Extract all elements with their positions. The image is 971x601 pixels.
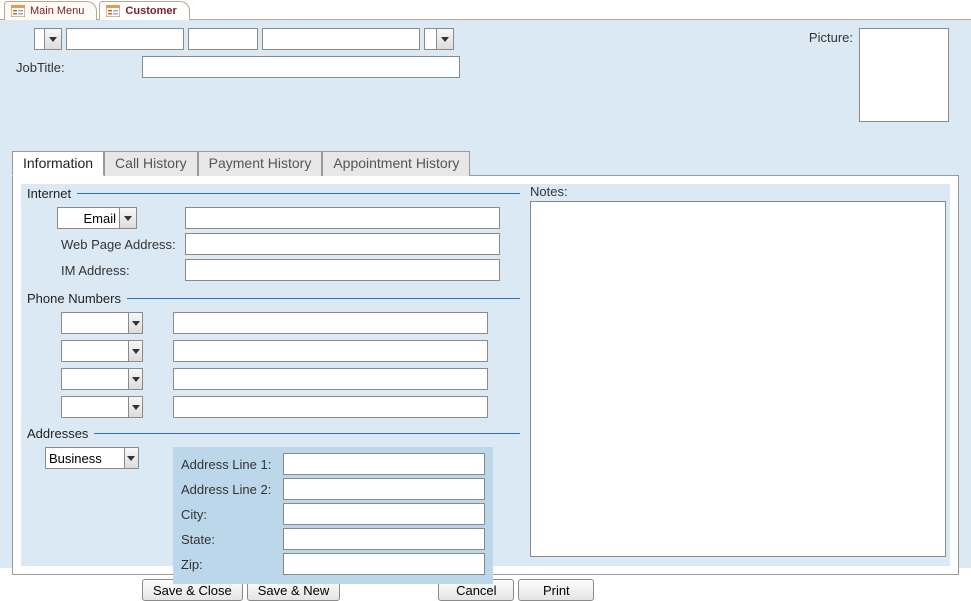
- address-state-label: State:: [181, 532, 283, 547]
- address-city-label: City:: [181, 507, 283, 522]
- window-tab-label: Main Menu: [30, 5, 84, 17]
- phone-number-input-4[interactable]: [173, 396, 488, 418]
- tab-payment-history[interactable]: Payment History: [198, 151, 323, 176]
- address-zip-input[interactable]: [283, 553, 485, 575]
- im-address-input[interactable]: [185, 259, 500, 281]
- header-row: JobTitle: Picture:: [12, 28, 959, 122]
- window-tab-label: Customer: [125, 5, 176, 17]
- dropdown-button[interactable]: [44, 28, 62, 50]
- name-suffix-combo[interactable]: [424, 28, 454, 50]
- email-type-combo[interactable]: [57, 207, 137, 229]
- phone-type-combo-1[interactable]: [61, 312, 143, 334]
- form-icon: [11, 5, 25, 17]
- picture-box[interactable]: [859, 28, 949, 122]
- phone-number-input-3[interactable]: [173, 368, 488, 390]
- group-label: Addresses: [27, 426, 88, 441]
- dropdown-button[interactable]: [128, 368, 143, 390]
- address-zip-label: Zip:: [181, 557, 283, 572]
- name-first-input[interactable]: [66, 28, 184, 50]
- subtab-container: Information Call History Payment History…: [12, 150, 959, 575]
- tab-call-history[interactable]: Call History: [104, 151, 198, 176]
- im-address-label: IM Address:: [27, 263, 185, 278]
- chevron-down-icon: [49, 37, 57, 42]
- phone-type-combo-4[interactable]: [61, 396, 143, 418]
- email-type-input[interactable]: [57, 207, 119, 229]
- chevron-down-icon: [124, 216, 132, 221]
- tab-appointment-history[interactable]: Appointment History: [322, 151, 470, 176]
- name-last-input[interactable]: [262, 28, 420, 50]
- dropdown-button[interactable]: [436, 28, 454, 50]
- job-title-input[interactable]: [142, 56, 460, 78]
- window-tab-main-menu[interactable]: Main Menu: [4, 1, 97, 20]
- address-city-input[interactable]: [283, 503, 485, 525]
- name-middle-input[interactable]: [188, 28, 258, 50]
- window-tab-bar: Main Menu Customer: [0, 0, 971, 20]
- chevron-down-icon: [132, 377, 140, 382]
- chevron-down-icon: [127, 456, 135, 461]
- web-page-input[interactable]: [185, 233, 500, 255]
- dropdown-button[interactable]: [128, 396, 143, 418]
- chevron-down-icon: [132, 321, 140, 326]
- name-line: [34, 28, 809, 50]
- picture-label: Picture:: [809, 28, 853, 45]
- address-line2-label: Address Line 2:: [181, 482, 283, 497]
- notes-label: Notes:: [530, 184, 946, 199]
- window-tab-customer[interactable]: Customer: [99, 1, 189, 20]
- address-state-input[interactable]: [283, 528, 485, 550]
- chevron-down-icon: [132, 349, 140, 354]
- dropdown-button[interactable]: [124, 447, 139, 469]
- addresses-group-title: Addresses: [27, 426, 520, 441]
- name-prefix-combo[interactable]: [34, 28, 62, 50]
- phone-type-combo-3[interactable]: [61, 368, 143, 390]
- group-label: Phone Numbers: [27, 291, 121, 306]
- picture-area: Picture:: [809, 28, 949, 122]
- form-icon: [106, 5, 120, 17]
- job-title-label: JobTitle:: [12, 60, 140, 75]
- address-line1-input[interactable]: [283, 453, 485, 475]
- phone-type-combo-2[interactable]: [61, 340, 143, 362]
- name-prefix-input[interactable]: [34, 28, 44, 50]
- internet-group-title: Internet: [27, 186, 520, 201]
- information-panel: Internet Web Page Address:: [12, 175, 959, 575]
- address-line2-input[interactable]: [283, 478, 485, 500]
- address-type-combo[interactable]: [45, 447, 139, 469]
- address-type-input[interactable]: [45, 447, 124, 469]
- dropdown-button[interactable]: [119, 207, 137, 229]
- dropdown-button[interactable]: [128, 312, 143, 334]
- phone-group-title: Phone Numbers: [27, 291, 520, 306]
- chevron-down-icon: [132, 405, 140, 410]
- phone-number-input-1[interactable]: [173, 312, 488, 334]
- dropdown-button[interactable]: [128, 340, 143, 362]
- email-input[interactable]: [185, 207, 500, 229]
- notes-textarea[interactable]: [530, 201, 946, 557]
- chevron-down-icon: [441, 37, 449, 42]
- print-button[interactable]: Print: [518, 579, 594, 601]
- group-label: Internet: [27, 186, 71, 201]
- web-page-label: Web Page Address:: [27, 237, 185, 252]
- tab-information[interactable]: Information: [12, 151, 104, 176]
- address-line1-label: Address Line 1:: [181, 457, 283, 472]
- name-suffix-input[interactable]: [424, 28, 436, 50]
- customer-form: JobTitle: Picture: Information Call Hist…: [0, 20, 971, 568]
- phone-number-input-2[interactable]: [173, 340, 488, 362]
